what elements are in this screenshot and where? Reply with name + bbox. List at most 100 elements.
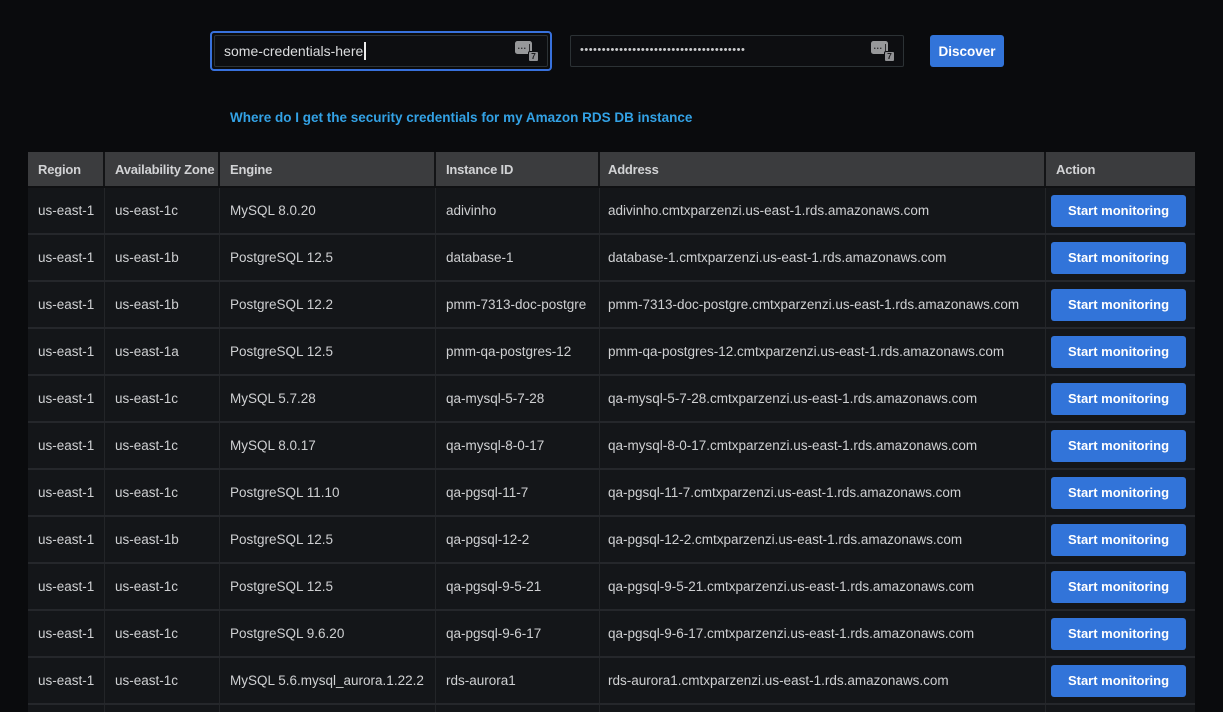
cell-region: us-east-1 <box>28 329 105 374</box>
column-header-region: Region <box>28 152 105 186</box>
table-row: us-east-1 us-east-1c MySQL 5.7.28 qa-mys… <box>28 376 1195 423</box>
cell-availability-zone: us-east-1b <box>105 282 220 327</box>
cell-engine: PostgreSQL 12.5 <box>220 235 436 280</box>
cell-engine: MySQL 5.7.28 <box>220 376 436 421</box>
table-row: us-east-1 us-east-1c MySQL 8.0.17 qa-mys… <box>28 423 1195 470</box>
cell-engine: PostgreSQL 12.2 <box>220 282 436 327</box>
cell-action: Start monitoring <box>1046 611 1195 656</box>
text-cursor <box>364 42 366 60</box>
cell-engine: MySQL 8.0.17 <box>220 423 436 468</box>
cell-availability-zone: us-east-1a <box>105 329 220 374</box>
cell-address: qa-pgsql-9-5-21.cmtxparzenzi.us-east-1.r… <box>600 564 1046 609</box>
security-credentials-help-link[interactable]: Where do I get the security credentials … <box>230 110 692 125</box>
cell-engine: PostgreSQL 9.6.20 <box>220 611 436 656</box>
cell-region: us-east-1 <box>28 188 105 233</box>
start-monitoring-button[interactable]: Start monitoring <box>1051 618 1186 650</box>
cell-address: qa-pgsql-9-6-17.cmtxparzenzi.us-east-1.r… <box>600 611 1046 656</box>
cell-instance-id: qa-mysql-5-7-28 <box>436 376 600 421</box>
cell-engine: PostgreSQL 12.5 <box>220 564 436 609</box>
column-header-address: Address <box>600 152 1046 186</box>
cell-availability-zone: us-east-1c <box>105 564 220 609</box>
table-row: us-east-1 us-east-1b PostgreSQL 12.5 dat… <box>28 235 1195 282</box>
table-row: us-east-1 us-east-1c PostgreSQL 9.6.20 q… <box>28 611 1195 658</box>
access-key-input[interactable]: some-credentials-here ... 7 <box>214 35 548 67</box>
start-monitoring-button[interactable]: Start monitoring <box>1051 336 1186 368</box>
cell-action: Start monitoring <box>1046 235 1195 280</box>
cell-region: us-east-1 <box>28 470 105 515</box>
table-row: us-east-1 us-east-1c PostgreSQL 12.5 qa-… <box>28 564 1195 611</box>
start-monitoring-button[interactable]: Start monitoring <box>1051 289 1186 321</box>
cell-region: us-east-1 <box>28 517 105 562</box>
cell-availability-zone: us-east-1b <box>105 517 220 562</box>
cell-region: us-east-1 <box>28 611 105 656</box>
secret-key-input[interactable]: •••••••••••••••••••••••••••••••••••••• .… <box>570 35 904 67</box>
start-monitoring-button[interactable]: Start monitoring <box>1051 524 1186 556</box>
cell-action: Start monitoring <box>1046 564 1195 609</box>
table-row-partial <box>28 705 1195 712</box>
cell-availability-zone: us-east-1c <box>105 611 220 656</box>
cell-instance-id: database-1 <box>436 235 600 280</box>
cell-instance-id: qa-pgsql-9-6-17 <box>436 611 600 656</box>
password-manager-badge: 7 <box>528 51 539 62</box>
start-monitoring-button[interactable]: Start monitoring <box>1051 477 1186 509</box>
start-monitoring-button[interactable]: Start monitoring <box>1051 571 1186 603</box>
start-monitoring-button[interactable]: Start monitoring <box>1051 242 1186 274</box>
cell-engine: MySQL 5.6.mysql_aurora.1.22.2 <box>220 658 436 703</box>
cell-availability-zone: us-east-1c <box>105 376 220 421</box>
discover-button[interactable]: Discover <box>930 35 1004 67</box>
table-row: us-east-1 us-east-1c MySQL 8.0.20 adivin… <box>28 188 1195 235</box>
cell-engine: PostgreSQL 11.10 <box>220 470 436 515</box>
cell-address: qa-mysql-8-0-17.cmtxparzenzi.us-east-1.r… <box>600 423 1046 468</box>
cell-instance-id: qa-pgsql-9-5-21 <box>436 564 600 609</box>
table-row: us-east-1 us-east-1b PostgreSQL 12.2 pmm… <box>28 282 1195 329</box>
start-monitoring-button[interactable]: Start monitoring <box>1051 383 1186 415</box>
cell-region: us-east-1 <box>28 564 105 609</box>
table-row: us-east-1 us-east-1b PostgreSQL 12.5 qa-… <box>28 517 1195 564</box>
cell-instance-id: qa-pgsql-12-2 <box>436 517 600 562</box>
cell-instance-id: qa-mysql-8-0-17 <box>436 423 600 468</box>
cell-instance-id: pmm-qa-postgres-12 <box>436 329 600 374</box>
access-key-value: some-credentials-here <box>224 43 363 59</box>
cell-availability-zone: us-east-1c <box>105 188 220 233</box>
password-manager-icon[interactable]: ... 7 <box>515 40 540 62</box>
table-header-row: Region Availability Zone Engine Instance… <box>28 152 1195 188</box>
table-row: us-east-1 us-east-1a PostgreSQL 12.5 pmm… <box>28 329 1195 376</box>
cell-address: qa-pgsql-11-7.cmtxparzenzi.us-east-1.rds… <box>600 470 1046 515</box>
column-header-engine: Engine <box>220 152 436 186</box>
cell-region: us-east-1 <box>28 658 105 703</box>
start-monitoring-button[interactable]: Start monitoring <box>1051 430 1186 462</box>
cell-action: Start monitoring <box>1046 188 1195 233</box>
cell-action: Start monitoring <box>1046 329 1195 374</box>
cell-address: database-1.cmtxparzenzi.us-east-1.rds.am… <box>600 235 1046 280</box>
cell-action: Start monitoring <box>1046 517 1195 562</box>
cell-action: Start monitoring <box>1046 470 1195 515</box>
column-header-instance-id: Instance ID <box>436 152 600 186</box>
password-manager-badge: 7 <box>884 51 895 62</box>
cell-address: qa-pgsql-12-2.cmtxparzenzi.us-east-1.rds… <box>600 517 1046 562</box>
cell-engine: PostgreSQL 12.5 <box>220 517 436 562</box>
cell-address: rds-aurora1.cmtxparzenzi.us-east-1.rds.a… <box>600 658 1046 703</box>
cell-availability-zone: us-east-1c <box>105 658 220 703</box>
start-monitoring-button[interactable]: Start monitoring <box>1051 665 1186 697</box>
cell-engine: PostgreSQL 12.5 <box>220 329 436 374</box>
cell-action: Start monitoring <box>1046 376 1195 421</box>
start-monitoring-button[interactable]: Start monitoring <box>1051 195 1186 227</box>
cell-instance-id: adivinho <box>436 188 600 233</box>
cell-region: us-east-1 <box>28 282 105 327</box>
cell-availability-zone: us-east-1b <box>105 235 220 280</box>
cell-address: qa-mysql-5-7-28.cmtxparzenzi.us-east-1.r… <box>600 376 1046 421</box>
cell-address: pmm-7313-doc-postgre.cmtxparzenzi.us-eas… <box>600 282 1046 327</box>
cell-address: adivinho.cmtxparzenzi.us-east-1.rds.amaz… <box>600 188 1046 233</box>
table-row: us-east-1 us-east-1c MySQL 5.6.mysql_aur… <box>28 658 1195 705</box>
cell-instance-id: rds-aurora1 <box>436 658 600 703</box>
cell-availability-zone: us-east-1c <box>105 470 220 515</box>
cell-region: us-east-1 <box>28 423 105 468</box>
column-header-action: Action <box>1046 152 1195 186</box>
access-key-field-focus-ring: some-credentials-here ... 7 <box>210 31 552 71</box>
cell-action: Start monitoring <box>1046 282 1195 327</box>
cell-instance-id: pmm-7313-doc-postgre <box>436 282 600 327</box>
cell-region: us-east-1 <box>28 235 105 280</box>
cell-action: Start monitoring <box>1046 423 1195 468</box>
column-header-availability-zone: Availability Zone <box>105 152 220 186</box>
password-manager-icon[interactable]: ... 7 <box>871 40 896 62</box>
